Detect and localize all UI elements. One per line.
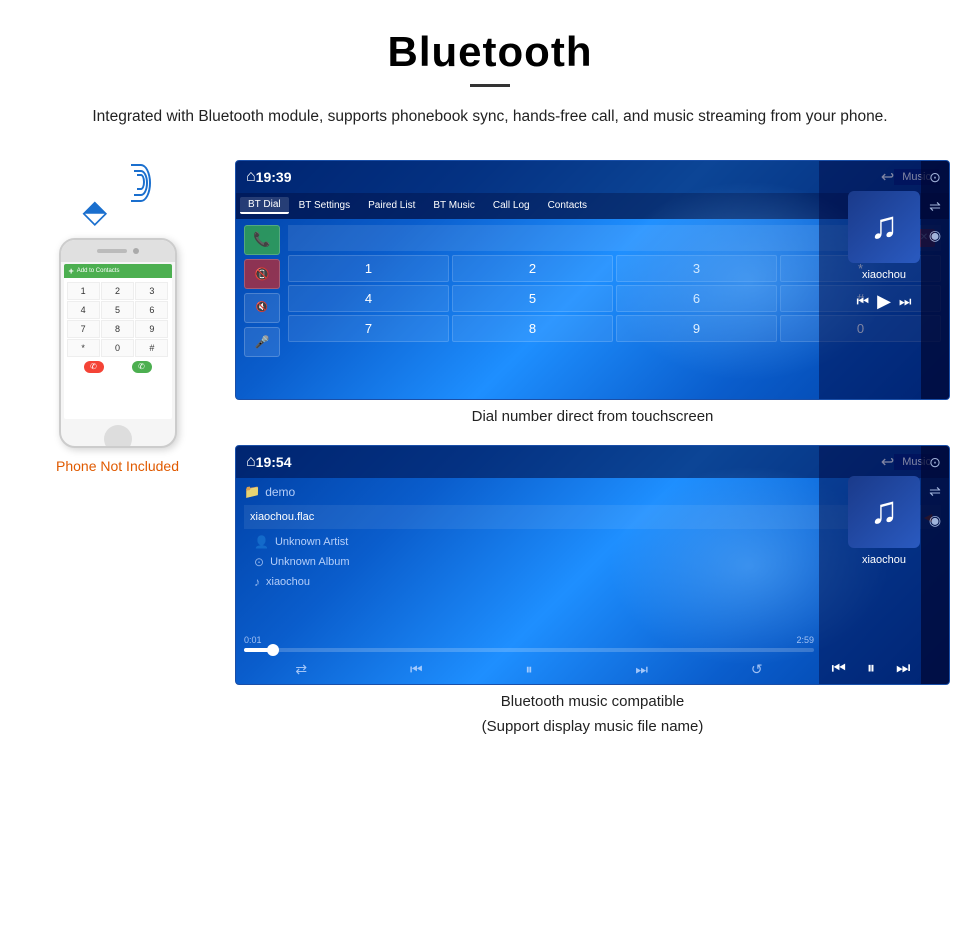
pause-icon: ⏸: [525, 661, 532, 678]
screen2-caption-2: (Support display music file name): [235, 718, 950, 735]
phone-dial-grid: 123 456 789 *0#: [64, 278, 172, 357]
screen2-time: 19:54: [256, 454, 292, 470]
prev-icon: ⏮: [410, 661, 423, 678]
meta-song-icon: ♪: [254, 575, 260, 589]
time-end: 2:59: [796, 635, 814, 645]
meta-album-text: Unknown Album: [270, 556, 350, 568]
screen2-home-icon: ⌂: [246, 453, 256, 471]
screen1-home-icon: ⌂: [246, 168, 256, 186]
dial-key-2: 2: [452, 255, 613, 282]
screen1-caption: Dial number direct from touchscreen: [235, 408, 950, 425]
dial-key-9: 9: [616, 315, 777, 342]
screen2-caption-block: Bluetooth music compatible (Support disp…: [235, 693, 950, 735]
screen1-album-art: ♫: [848, 191, 920, 263]
progress-dot: [267, 644, 279, 656]
signal-arcs: [137, 174, 151, 202]
dial-key-6: 6: [616, 285, 777, 312]
screen2-side-icon-3: ◉: [929, 512, 941, 529]
phone-section: ⬘ + Add to Contacts 123 456: [30, 160, 205, 474]
page-title: Bluetooth: [0, 28, 980, 76]
bluetooth-icon: ⬘: [83, 192, 108, 230]
phone-screen: + Add to Contacts 123 456 789 *0# ✆ ✆: [64, 264, 172, 419]
phone-top-bar: [61, 240, 175, 262]
tab-paired-list: Paired List: [360, 198, 423, 213]
screen2-music-note-icon: ♫: [870, 490, 899, 533]
skip-icon: ⏭: [635, 661, 648, 678]
phone-bottom-buttons: ✆ ✆: [64, 357, 172, 373]
dial-mic-button: 🎤: [244, 327, 280, 357]
phone-not-included-label: Phone Not Included: [56, 458, 179, 474]
screen-music-panel: ⌂ 19:54 ↩ Music 📁 demo xiaochou.flac ◄: [235, 445, 950, 685]
play-icon: ▶: [877, 291, 891, 312]
tab-call-log: Call Log: [485, 198, 538, 213]
repeat-icon: ↺: [751, 661, 763, 678]
phone-speaker: [97, 249, 127, 253]
file-name: xiaochou.flac: [250, 511, 314, 523]
meta-song-text: xiaochou: [266, 576, 310, 588]
title-divider: [470, 84, 510, 87]
dial-key-8: 8: [452, 315, 613, 342]
screen1-track-name: xiaochou: [862, 269, 906, 281]
side-icon-2: ⇌: [929, 198, 941, 215]
dial-key-4: 4: [288, 285, 449, 312]
screen2-album-art: ♫: [848, 476, 920, 548]
dial-mute-button: 🔇: [244, 293, 280, 323]
meta-artist-text: Unknown Artist: [275, 536, 348, 548]
page-subtitle: Integrated with Bluetooth module, suppor…: [40, 105, 940, 130]
screen2-prev-icon: ⏮: [832, 660, 846, 678]
dial-key-5: 5: [452, 285, 613, 312]
progress-area: 0:01 2:59: [244, 635, 814, 652]
prev-track-icon: ⏮: [856, 293, 869, 310]
screen1-music-controls: ⏮ ▶ ⏭: [856, 291, 911, 312]
bluetooth-signal-illustration: ⬘: [83, 170, 153, 230]
dial-key-3: 3: [616, 255, 777, 282]
screen1-time: 19:39: [256, 169, 292, 185]
side-icon-3: ◉: [929, 227, 941, 244]
screen-dial-panel: ⌂ 19:39 ↩ Music BT Dial BT Settings Pair…: [235, 160, 950, 400]
screen2-pause-icon: ⏸: [867, 660, 875, 678]
screen1-side-icons: ⊙ ⇌ ◉: [921, 161, 949, 399]
tab-bt-music: BT Music: [425, 198, 483, 213]
phone-home-button: [104, 425, 132, 448]
folder-icon: 📁: [244, 484, 260, 500]
screen2-music-controls: ⏮ ⏸ ⏭: [821, 660, 921, 678]
phone-illustration: + Add to Contacts 123 456 789 *0# ✆ ✆: [59, 238, 177, 448]
phone-screen-header: + Add to Contacts: [64, 264, 172, 278]
time-start: 0:01: [244, 635, 262, 645]
bottom-controls-bar: ⇄ ⏮ ⏸ ⏭ ↺: [244, 661, 814, 678]
screen2-side-icon-1: ⊙: [929, 454, 941, 471]
music-note-icon: ♫: [870, 205, 899, 248]
screen2-side-icons: ⊙ ⇌ ◉: [921, 446, 949, 684]
dial-side-buttons: 📞 📵 🔇 🎤: [244, 225, 280, 357]
tab-bt-dial: BT Dial: [240, 197, 289, 214]
progress-times: 0:01 2:59: [244, 635, 814, 645]
screen2-caption-1: Bluetooth music compatible: [235, 693, 950, 710]
dial-key-7: 7: [288, 315, 449, 342]
progress-bar: [244, 648, 814, 652]
tab-bt-settings: BT Settings: [291, 198, 359, 213]
screen2-next-icon: ⏭: [896, 660, 910, 678]
shuffle-icon: ⇄: [295, 661, 307, 678]
phone-camera: [133, 248, 139, 254]
screen2-side-icon-2: ⇌: [929, 483, 941, 500]
meta-artist-icon: 👤: [254, 535, 269, 549]
dial-call-button: 📞: [244, 225, 280, 255]
next-track-icon: ⏭: [899, 293, 912, 310]
dial-key-1: 1: [288, 255, 449, 282]
screen2-track-name: xiaochou: [862, 554, 906, 566]
screenshot-music-block: ⌂ 19:54 ↩ Music 📁 demo xiaochou.flac ◄: [235, 445, 950, 735]
side-icon-1: ⊙: [929, 169, 941, 186]
tab-contacts: Contacts: [540, 198, 595, 213]
meta-album-icon: ⊙: [254, 555, 264, 569]
dial-end-button: 📵: [244, 259, 280, 289]
folder-name: demo: [265, 485, 295, 499]
screenshot-dial-block: ⌂ 19:39 ↩ Music BT Dial BT Settings Pair…: [235, 160, 950, 443]
screenshots-section: ⌂ 19:39 ↩ Music BT Dial BT Settings Pair…: [235, 160, 950, 737]
